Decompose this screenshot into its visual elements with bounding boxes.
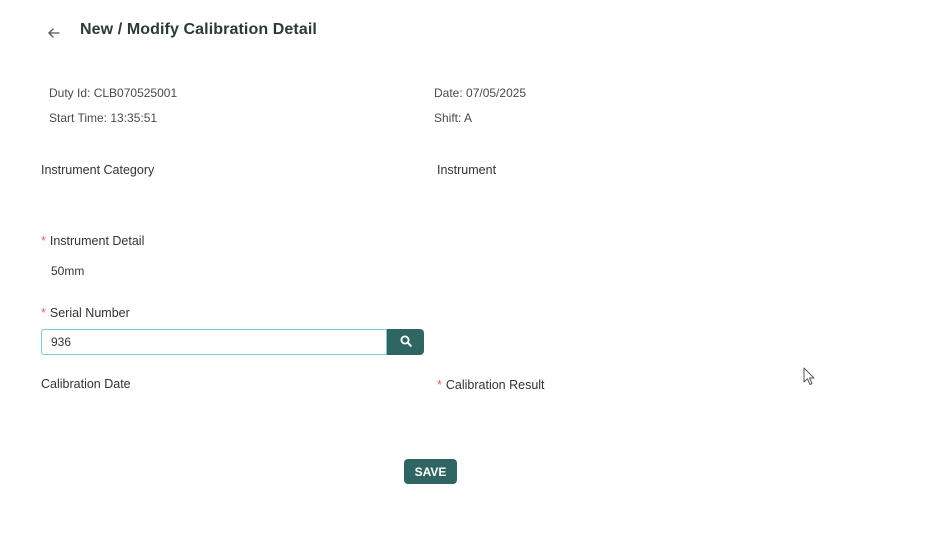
start-time-value: 13:35:51 <box>110 111 158 125</box>
start-time-info: Start Time: 13:35:51 <box>49 111 157 125</box>
shift-label: Shift: <box>434 111 462 125</box>
calibration-date-label: Calibration Date <box>41 377 131 391</box>
duty-id-info: Duty Id: CLB070525001 <box>49 86 177 100</box>
instrument-detail-label: * Instrument Detail <box>41 234 144 248</box>
page-title: New / Modify Calibration Detail <box>80 21 317 38</box>
serial-number-label-text: Serial Number <box>49 306 130 320</box>
duty-id-label: Duty Id: <box>49 86 91 100</box>
save-button[interactable]: SAVE <box>404 459 457 484</box>
date-label: Date: <box>434 86 463 100</box>
instrument-detail-value: 50mm <box>51 264 85 278</box>
date-value: 07/05/2025 <box>466 86 527 100</box>
mouse-pointer-icon <box>803 367 817 387</box>
serial-search-button[interactable] <box>387 329 424 355</box>
date-info: Date: 07/05/2025 <box>434 86 526 100</box>
instrument-detail-label-text: Instrument Detail <box>49 234 145 248</box>
required-marker: * <box>41 306 46 320</box>
shift-value: A <box>464 111 473 125</box>
instrument-label: Instrument <box>437 163 497 177</box>
serial-number-group <box>41 329 424 355</box>
serial-number-input[interactable] <box>41 329 387 355</box>
start-time-label: Start Time: <box>49 111 108 125</box>
back-arrow-icon[interactable] <box>44 22 64 42</box>
instrument-category-label: Instrument Category <box>41 163 155 177</box>
calibration-result-label-text: Calibration Result <box>445 378 545 392</box>
required-marker: * <box>437 378 442 392</box>
search-icon <box>400 335 412 350</box>
calibration-result-label: * Calibration Result <box>437 378 545 392</box>
required-marker: * <box>41 234 46 248</box>
shift-info: Shift: A <box>434 111 472 125</box>
duty-id-value: CLB070525001 <box>93 86 178 100</box>
serial-number-label: * Serial Number <box>41 306 130 320</box>
